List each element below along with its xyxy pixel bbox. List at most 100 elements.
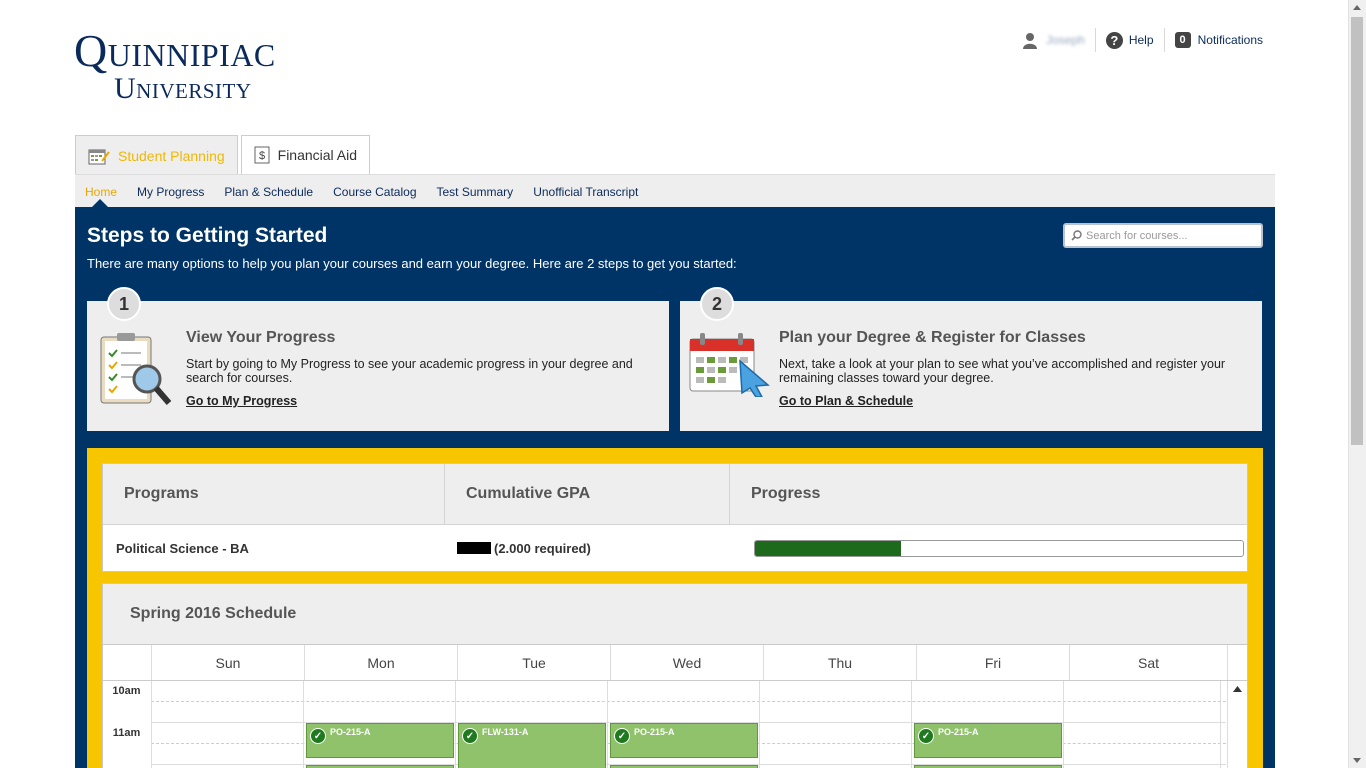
check-icon: ✓	[310, 728, 326, 744]
course-event[interactable]: ✓ PO-215-A	[610, 723, 758, 758]
scroll-header-spacer	[1228, 645, 1247, 680]
schedule-title: Spring 2016 Schedule	[103, 584, 1247, 645]
university-logo[interactable]: Quinnipiac University	[74, 28, 276, 104]
day-header-tue: Tue	[458, 645, 611, 680]
schedule-scrollbar[interactable]	[1227, 681, 1247, 768]
day-header-thu: Thu	[764, 645, 917, 680]
main-tabs: Student Planning $ Financial Aid	[75, 135, 373, 176]
subnav-plan-schedule[interactable]: Plan & Schedule	[214, 185, 323, 199]
day-column-line	[1063, 681, 1064, 768]
course-event[interactable]: ✓ FLW-131-A	[458, 723, 606, 768]
tab-student-planning-label: Student Planning	[118, 148, 225, 164]
gpa-required: (2.000 required)	[494, 540, 591, 556]
programs-table: Programs Cumulative GPA Progress Politic…	[102, 463, 1248, 572]
scrollbar-thumb[interactable]	[1351, 17, 1363, 445]
header-programs: Programs	[103, 464, 445, 524]
step-number: 2	[700, 287, 734, 321]
course-search-input[interactable]: Search for courses...	[1063, 223, 1263, 248]
user-menu[interactable]: Joseph	[1012, 28, 1096, 52]
program-progress-fill	[755, 540, 902, 556]
program-progress-bar[interactable]	[754, 539, 1244, 557]
time-column-header	[103, 645, 152, 680]
step-card-plan: 2 Plan your Degree & Register for Classe…	[680, 287, 1262, 431]
clipboard-magnifier-icon	[100, 333, 172, 405]
course-event-label: FLW-131-A	[482, 727, 529, 737]
scroll-up-arrow-icon[interactable]	[1233, 686, 1242, 692]
day-headers: Sun Mon Tue Wed Thu Fri Sat	[103, 645, 1247, 681]
course-event-label: PO-215-A	[330, 727, 371, 737]
subnav-test-summary[interactable]: Test Summary	[427, 185, 524, 199]
day-column-line	[607, 681, 608, 768]
course-event-label: PO-215-A	[938, 727, 979, 737]
day-column-line	[151, 681, 152, 768]
logo-line-2: University	[114, 72, 252, 105]
browser-scrollbar[interactable]	[1348, 0, 1366, 768]
main-panel: Steps to Getting Started There are many …	[75, 207, 1275, 768]
tab-financial-aid[interactable]: $ Financial Aid	[240, 135, 371, 174]
subnav-home[interactable]: Home	[75, 185, 127, 199]
hour-label: 10am	[112, 685, 141, 697]
day-header-sat: Sat	[1070, 645, 1228, 680]
scroll-down-icon[interactable]	[1353, 758, 1361, 763]
go-to-plan-schedule-link[interactable]: Go to Plan & Schedule	[779, 394, 913, 408]
header-cumulative-gpa: Cumulative GPA	[445, 464, 730, 524]
subnav-course-catalog[interactable]: Course Catalog	[323, 185, 426, 199]
step-title: Plan your Degree & Register for Classes	[779, 329, 1086, 346]
day-column-line	[303, 681, 304, 768]
search-placeholder: Search for courses...	[1086, 229, 1188, 242]
page: Quinnipiac University Joseph ? Help 0 No…	[0, 0, 1349, 768]
hour-label: 11am	[112, 727, 141, 739]
course-event-label: PO-215-A	[634, 727, 675, 737]
programs-table-header: Programs Cumulative GPA Progress	[103, 464, 1247, 525]
dollar-document-icon: $	[254, 146, 270, 164]
schedule-grid: 10am 11am ✓ PO-215-A ✓ FLW-131-A ✓ PO-215-A ✓ P…	[103, 681, 1247, 768]
steps-title: Steps to Getting Started	[87, 224, 328, 247]
day-header-mon: Mon	[305, 645, 458, 680]
subnav-unofficial-transcript[interactable]: Unofficial Transcript	[523, 185, 648, 199]
sub-navigation: Home My Progress Plan & Schedule Course …	[75, 174, 1275, 208]
notifications-label: Notifications	[1197, 33, 1263, 47]
svg-text:$: $	[259, 150, 265, 162]
header-progress: Progress	[751, 485, 821, 502]
help-label: Help	[1128, 33, 1154, 47]
course-event[interactable]: ✓ PO-215-A	[914, 723, 1062, 758]
step-number: 1	[107, 287, 141, 321]
step-card-progress: 1 View Your Progress Start by going to M…	[87, 287, 669, 431]
calendar-icon	[88, 149, 110, 165]
program-name[interactable]: Political Science - BA	[103, 541, 444, 556]
header-utilities: Joseph ? Help 0 Notifications	[1012, 28, 1263, 52]
step-title: View Your Progress	[186, 329, 336, 346]
day-header-wed: Wed	[611, 645, 764, 680]
check-icon: ✓	[918, 728, 934, 744]
notifications-count-badge: 0	[1174, 32, 1191, 48]
user-name: Joseph	[1046, 33, 1085, 47]
steps-subtitle: There are many options to help you plan …	[87, 256, 737, 271]
summary-area: Programs Cumulative GPA Progress Politic…	[87, 448, 1263, 768]
tab-financial-aid-label: Financial Aid	[277, 147, 358, 163]
calendar-cursor-icon	[689, 333, 770, 397]
check-icon: ✓	[614, 728, 630, 744]
day-header-sun: Sun	[152, 645, 305, 680]
tab-student-planning[interactable]: Student Planning	[75, 135, 238, 176]
gpa-redacted	[457, 542, 491, 554]
step-description: Next, take a look at your plan to see wh…	[779, 357, 1226, 385]
day-column-line	[759, 681, 760, 768]
check-icon: ✓	[462, 728, 478, 744]
table-row: Political Science - BA (2.000 required)	[103, 525, 1247, 571]
help-link[interactable]: ? Help	[1096, 28, 1165, 52]
course-event[interactable]: ✓ PO-215-A	[306, 723, 454, 758]
schedule-calendar: Spring 2016 Schedule Sun Mon Tue Wed Thu…	[102, 583, 1248, 768]
step-description: Start by going to My Progress to see you…	[186, 357, 633, 385]
help-icon: ?	[1105, 31, 1123, 49]
day-header-fri: Fri	[917, 645, 1070, 680]
user-icon	[1023, 32, 1038, 49]
search-icon	[1071, 230, 1082, 241]
logo-line-1: Quinnipiac	[74, 25, 276, 76]
day-column-line	[911, 681, 912, 768]
notifications-link[interactable]: 0 Notifications	[1165, 28, 1263, 52]
go-to-my-progress-link[interactable]: Go to My Progress	[186, 394, 297, 408]
scroll-up-icon[interactable]	[1353, 5, 1361, 10]
gpa-cell: (2.000 required)	[444, 541, 727, 556]
subnav-my-progress[interactable]: My Progress	[127, 185, 214, 199]
active-subnav-pointer	[91, 199, 109, 208]
